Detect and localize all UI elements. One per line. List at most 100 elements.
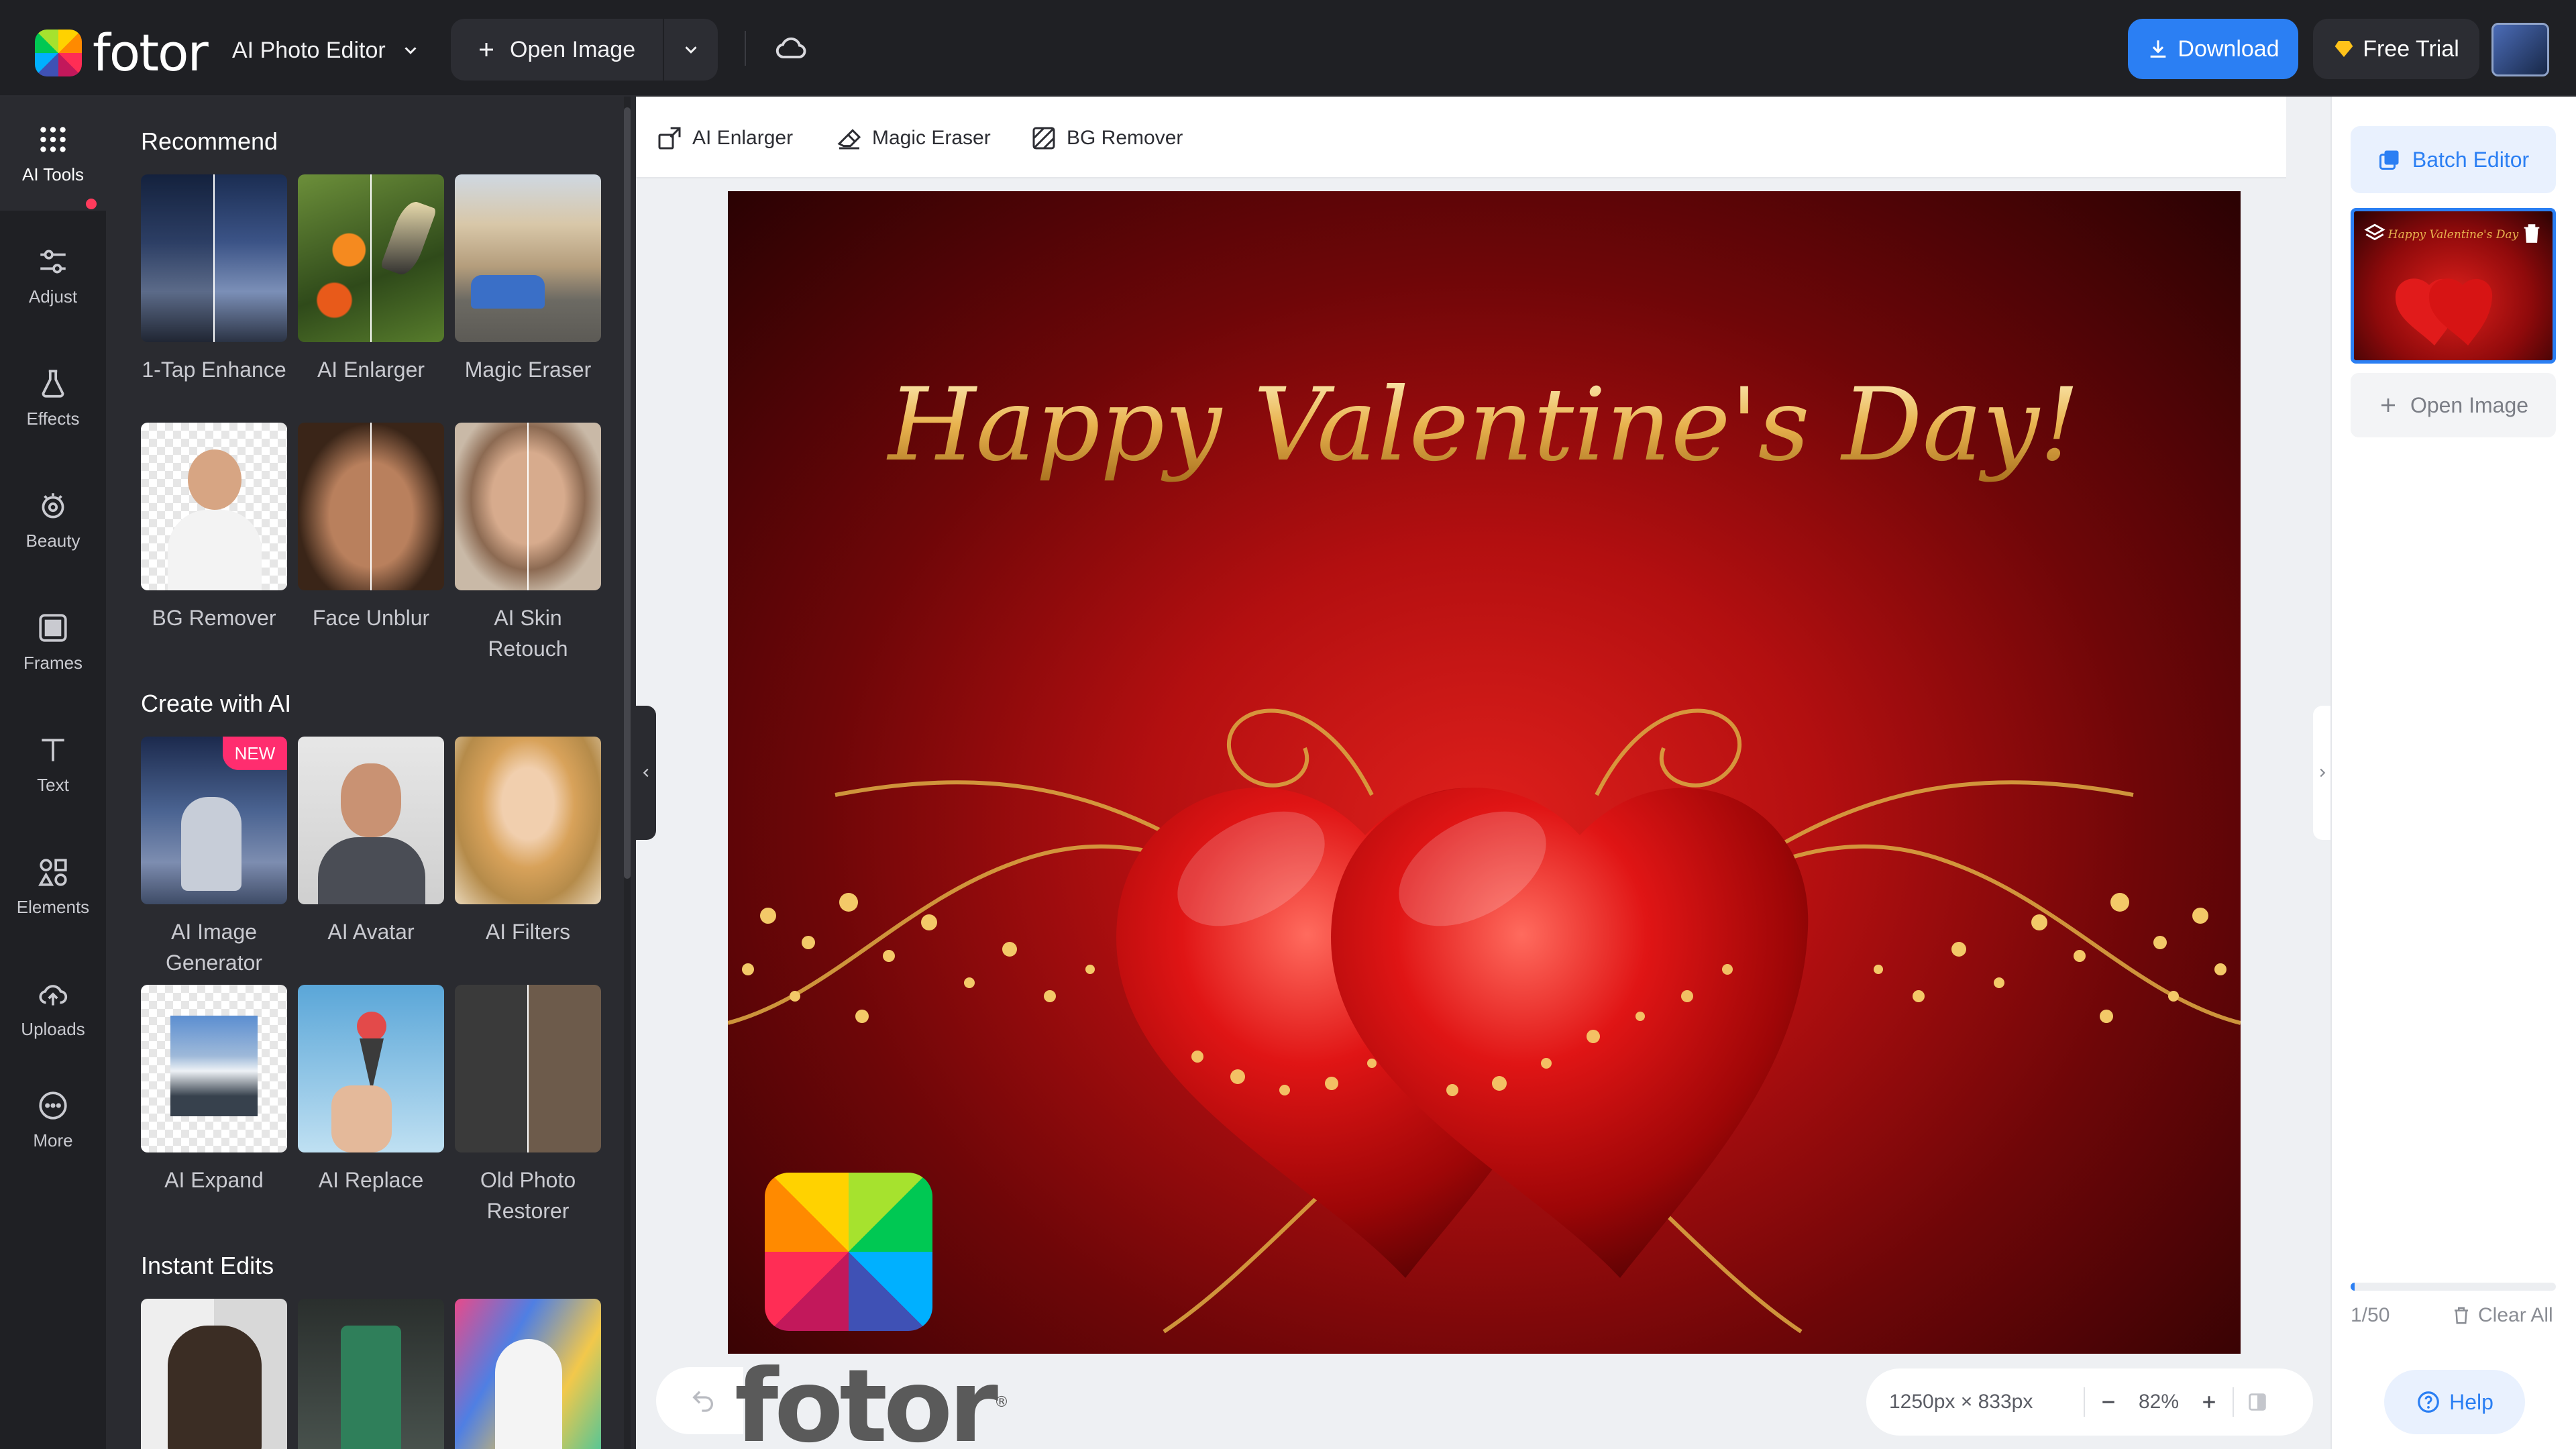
compare-toggle-button[interactable]: [2234, 1379, 2281, 1426]
tool-label: Magic Eraser: [464, 358, 592, 382]
section-title-instant-edits: Instant Edits: [141, 1252, 274, 1279]
cloud-save-icon[interactable]: [773, 31, 810, 66]
free-trial-button[interactable]: Free Trial: [2313, 19, 2479, 79]
section-title-recommend: Recommend: [141, 127, 278, 155]
user-avatar[interactable]: [2491, 23, 2549, 76]
eraser-icon: [837, 129, 861, 150]
chevron-left-icon: [643, 768, 649, 777]
left-tool-rail: AI Tools Adjust Effects Beauty Frames Te…: [0, 97, 106, 1449]
tool-tile-ai-avatar[interactable]: AI Avatar: [298, 737, 444, 947]
trash-icon[interactable]: [2520, 222, 2543, 245]
plus-icon: [480, 43, 493, 56]
rail-item-text[interactable]: Text: [0, 707, 106, 821]
frame-icon: [39, 613, 67, 642]
quick-tool-label: AI Enlarger: [692, 127, 794, 149]
rail-item-adjust[interactable]: Adjust: [0, 219, 106, 333]
tool-tile-instant-edit[interactable]: [298, 1299, 444, 1449]
image-thumbnail[interactable]: Happy Valentine's Day: [2351, 208, 2556, 364]
tool-tile-ai-replace[interactable]: AI Replace: [298, 985, 444, 1195]
rail-item-elements[interactable]: Elements: [0, 829, 106, 943]
tool-tile-instant-edit[interactable]: [141, 1299, 287, 1449]
tool-label: AI Image Generator: [165, 920, 263, 975]
tool-tile-bg-remover[interactable]: BG Remover: [141, 423, 287, 633]
tool-tile-old-photo-restorer[interactable]: Old Photo Restorer: [455, 985, 601, 1226]
batch-editor-label: Batch Editor: [2412, 147, 2530, 172]
open-image-group: Open Image: [451, 19, 718, 80]
image-count-progress: [2351, 1283, 2556, 1291]
notification-dot: [86, 199, 97, 209]
rail-item-more[interactable]: More: [0, 1063, 106, 1177]
undo-button[interactable]: [656, 1367, 743, 1434]
tool-tile-ai-skin-retouch[interactable]: AI Skin Retouch: [455, 423, 601, 664]
tool-tile-ai-expand[interactable]: AI Expand: [141, 985, 287, 1195]
tool-tile-face-unblur[interactable]: Face Unblur: [298, 423, 444, 633]
rail-label: Effects: [26, 408, 80, 429]
clear-all-button[interactable]: Clear All: [2451, 1304, 2553, 1327]
tool-tile-ai-image-generator[interactable]: NEW AI Image Generator: [141, 737, 287, 978]
right-open-image-button[interactable]: Open Image: [2351, 373, 2556, 437]
batch-icon: [2379, 150, 2399, 170]
open-image-label: Open Image: [510, 36, 636, 62]
section-title-create-with-ai: Create with AI: [141, 690, 292, 717]
open-image-dropdown-button[interactable]: [664, 19, 718, 80]
editor-mode-dropdown[interactable]: AI Photo Editor: [232, 32, 421, 68]
tool-thumbnail: NEW: [141, 737, 287, 904]
quick-tool-label: BG Remover: [1067, 127, 1183, 149]
download-button[interactable]: Download: [2128, 19, 2298, 79]
tool-tile-magic-eraser[interactable]: Magic Eraser: [455, 174, 601, 385]
tool-thumbnail: [141, 423, 287, 590]
rail-item-ai-tools[interactable]: AI Tools: [0, 97, 106, 211]
zoom-level[interactable]: 82%: [2132, 1391, 2186, 1413]
text-icon: [42, 739, 64, 761]
image-count: 1/50: [2351, 1304, 2390, 1326]
valentine-artwork: Happy Valentine's Day!: [728, 367, 2241, 1334]
rail-item-frames[interactable]: Frames: [0, 585, 106, 699]
tool-label: BG Remover: [152, 606, 276, 630]
tool-label: AI Enlarger: [317, 358, 425, 382]
plus-icon: [2203, 1396, 2215, 1408]
collapse-right-panel-button[interactable]: [2313, 706, 2332, 840]
layers-icon[interactable]: [2363, 222, 2386, 245]
chevron-down-icon: [685, 46, 697, 54]
rail-item-effects[interactable]: Effects: [0, 341, 106, 455]
tool-label: Old Photo Restorer: [480, 1168, 576, 1223]
collapse-panel-button[interactable]: [636, 706, 656, 840]
quick-tool-magic-eraser[interactable]: Magic Eraser: [836, 119, 991, 157]
batch-editor-button[interactable]: Batch Editor: [2351, 126, 2556, 193]
tool-thumbnail: [298, 174, 444, 342]
tool-thumbnail: [455, 737, 601, 904]
help-button[interactable]: Help: [2384, 1370, 2525, 1434]
rail-label: Elements: [16, 896, 90, 917]
open-image-button[interactable]: Open Image: [451, 19, 664, 80]
rail-label: Adjust: [28, 286, 78, 307]
zoom-in-button[interactable]: [2186, 1379, 2233, 1426]
registered-mark: ®: [994, 1394, 1010, 1411]
tool-tile-ai-enlarger[interactable]: AI Enlarger: [298, 174, 444, 385]
tool-thumbnail: [455, 174, 601, 342]
tool-thumbnail: [298, 1299, 444, 1449]
rail-label: More: [33, 1130, 73, 1150]
fotor-logo[interactable]: fotor: [35, 23, 209, 83]
rail-item-beauty[interactable]: Beauty: [0, 463, 106, 577]
top-bar: fotor AI Photo Editor Open Image Downloa…: [0, 0, 2576, 97]
quick-tool-bg-remover[interactable]: BG Remover: [1030, 119, 1183, 157]
tool-label: Face Unblur: [312, 606, 430, 630]
rail-item-uploads[interactable]: Uploads: [0, 951, 106, 1065]
greeting-text: Happy Valentine's Day!: [886, 367, 2080, 484]
chevron-right-icon: [2320, 768, 2326, 777]
chevron-down-icon: [405, 47, 417, 54]
zoom-out-button[interactable]: [2085, 1379, 2132, 1426]
quick-tool-ai-enlarger[interactable]: AI Enlarger: [656, 119, 793, 157]
tool-thumbnail: [455, 1299, 601, 1449]
panel-scroll-thumb[interactable]: [624, 107, 631, 879]
tool-thumbnail: [455, 985, 601, 1152]
tool-tile-instant-edit[interactable]: [455, 1299, 601, 1449]
zoom-bar: 1250px × 833px 82%: [1866, 1368, 2313, 1436]
image-canvas[interactable]: Happy Valentine's Day!: [728, 191, 2241, 1354]
tool-tile-1-tap-enhance[interactable]: 1-Tap Enhance: [141, 174, 287, 385]
tool-label: AI Expand: [164, 1168, 264, 1192]
tool-tile-ai-filters[interactable]: AI Filters: [455, 737, 601, 947]
tool-thumbnail: [298, 737, 444, 904]
sliders-icon: [40, 250, 66, 273]
new-badge: NEW: [223, 737, 287, 770]
